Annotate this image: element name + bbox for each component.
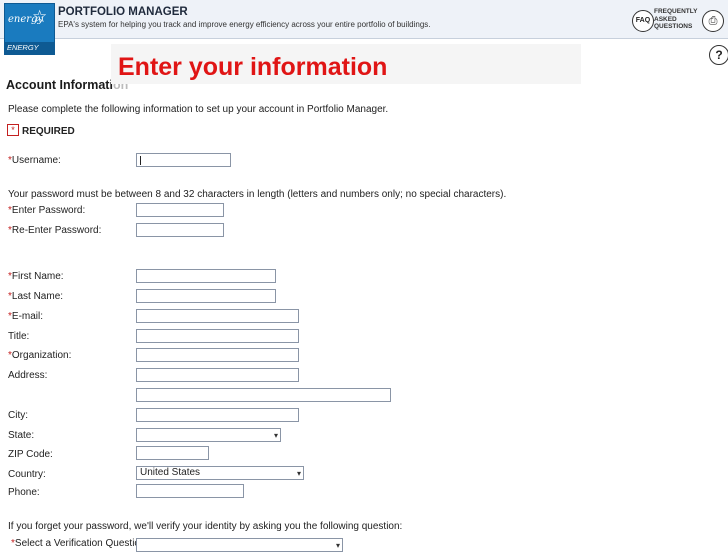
energy-star-logo: energy ☆ ENERGY STAR <box>4 3 55 64</box>
zip-label: ZIP Code: <box>8 449 53 460</box>
app-subtitle: EPA's system for helping you track and i… <box>58 20 431 29</box>
app-title: PORTFOLIO MANAGER <box>58 6 188 18</box>
star-icon: ☆ <box>32 7 48 26</box>
phone-input[interactable] <box>136 484 244 498</box>
logo-band-text: ENERGY STAR <box>5 42 54 64</box>
username-label-text: Username: <box>11 155 61 166</box>
printer-icon[interactable]: ⎙ <box>702 10 724 32</box>
city-label: City: <box>8 410 28 421</box>
address-input-line2[interactable] <box>136 388 391 402</box>
title-input[interactable] <box>136 329 299 343</box>
last-name-label-text: Last Name: <box>11 291 64 302</box>
intro-text: Please complete the following informatio… <box>8 104 389 115</box>
first-name-input[interactable] <box>136 269 276 283</box>
email-label: *E-mail: <box>8 311 43 322</box>
page-title-text: Account Informati <box>6 78 113 92</box>
username-input[interactable] <box>136 153 231 167</box>
chevron-down-icon: ▾ <box>335 541 340 550</box>
username-label: *Username: <box>8 155 61 166</box>
app-header: energy ☆ ENERGY STAR PORTFOLIO MANAGER E… <box>0 0 728 64</box>
first-name-label-text: First Name: <box>11 271 64 282</box>
country-label: Country: <box>8 469 46 480</box>
organization-input[interactable] <box>136 348 299 362</box>
required-marker-icon: * <box>7 124 19 136</box>
email-label-text: E-mail: <box>11 311 44 322</box>
password-confirm-input[interactable] <box>136 223 224 237</box>
password-confirm-label-text: Re-Enter Password: <box>11 225 102 236</box>
page-title: Account Information <box>6 78 128 92</box>
password-label-text: Enter Password: <box>11 205 86 216</box>
password-note: Your password must be between 8 and 32 c… <box>8 189 507 200</box>
phone-label: Phone: <box>8 487 40 498</box>
password-label: *Enter Password: <box>8 205 85 216</box>
callout-text: Enter your information <box>118 53 388 81</box>
chevron-down-icon: ▾ <box>273 431 278 440</box>
last-name-label: *Last Name: <box>8 291 63 302</box>
address-input-line1[interactable] <box>136 368 299 382</box>
organization-label-text: Organization: <box>11 350 72 361</box>
verification-question-label: *Select a Verification Question: <box>11 538 148 549</box>
first-name-label: *First Name: <box>8 271 64 282</box>
help-icon[interactable]: ? <box>709 45 728 65</box>
faq-link[interactable]: FREQUENTLY ASKED QUESTIONS <box>654 8 697 31</box>
faq-icon[interactable]: FAQ <box>632 10 654 32</box>
password-confirm-label: *Re-Enter Password: <box>8 225 101 236</box>
forgot-password-note: If you forget your password, we'll verif… <box>8 521 403 532</box>
email-input[interactable] <box>136 309 299 323</box>
state-label: State: <box>8 430 35 441</box>
verification-question-select[interactable]: ▾ <box>136 538 343 552</box>
required-legend: REQUIRED <box>22 126 75 137</box>
text-cursor <box>140 156 141 165</box>
address-label: Address: <box>8 370 48 381</box>
state-select[interactable]: ▾ <box>136 428 281 442</box>
organization-label: *Organization: <box>8 350 71 361</box>
password-input[interactable] <box>136 203 224 217</box>
verification-question-label-text: Select a Verification Question: <box>14 538 149 549</box>
country-select-value: United States <box>140 467 201 478</box>
last-name-input[interactable] <box>136 289 276 303</box>
city-input[interactable] <box>136 408 299 422</box>
chevron-down-icon: ▾ <box>296 469 301 478</box>
country-select[interactable]: United States ▾ <box>136 466 304 480</box>
zip-input[interactable] <box>136 446 209 460</box>
title-label: Title: <box>8 331 30 342</box>
